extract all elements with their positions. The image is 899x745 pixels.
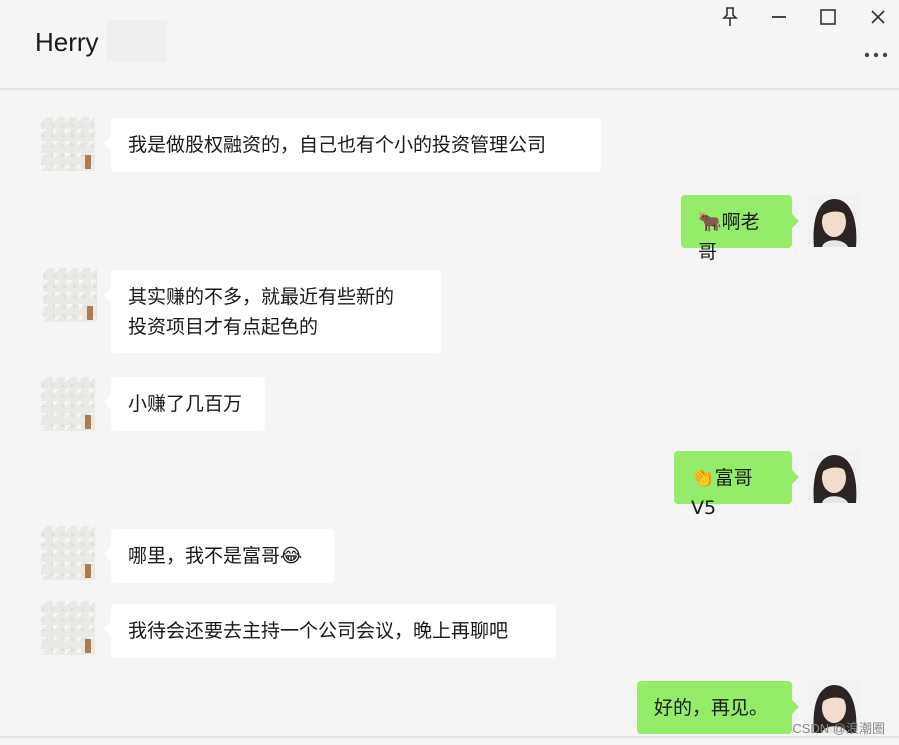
self-avatar[interactable] (808, 450, 861, 503)
maximize-icon[interactable] (814, 4, 842, 30)
chat-header: Herry (0, 0, 899, 90)
message-bubble-received: 我待会还要去主持一个公司会议，晚上再聊吧 (104, 604, 556, 658)
contact-avatar[interactable] (41, 601, 95, 655)
minimize-icon[interactable] (765, 4, 793, 30)
message-bubble-received: 我是做股权融资的，自己也有个小的投资管理公司 (104, 118, 601, 172)
title-redaction (107, 20, 167, 62)
message-bubble-received: 哪里，我不是富哥😂 (104, 529, 334, 583)
watermark: CSDN @浪潮圈 (792, 721, 885, 736)
input-divider (0, 736, 899, 745)
contact-avatar[interactable] (43, 268, 97, 322)
contact-avatar[interactable] (41, 377, 95, 431)
close-icon[interactable] (864, 4, 892, 30)
pin-icon[interactable] (716, 4, 744, 30)
chat-title: Herry (35, 27, 99, 57)
message-bubble-received: 其实赚的不多，就最近有些新的 投资项目才有点起色的 (104, 270, 441, 353)
self-avatar[interactable] (808, 194, 861, 247)
contact-avatar[interactable] (41, 526, 95, 580)
message-bubble-sent: 🐂啊老哥 (681, 195, 799, 263)
message-bubble-sent: 好的，再见。 (637, 681, 799, 734)
message-bubble-received: 小赚了几百万 (104, 377, 265, 431)
contact-avatar[interactable] (41, 117, 95, 171)
message-bubble-sent: 👏富哥V5 (674, 451, 799, 519)
more-icon[interactable] (863, 44, 889, 66)
